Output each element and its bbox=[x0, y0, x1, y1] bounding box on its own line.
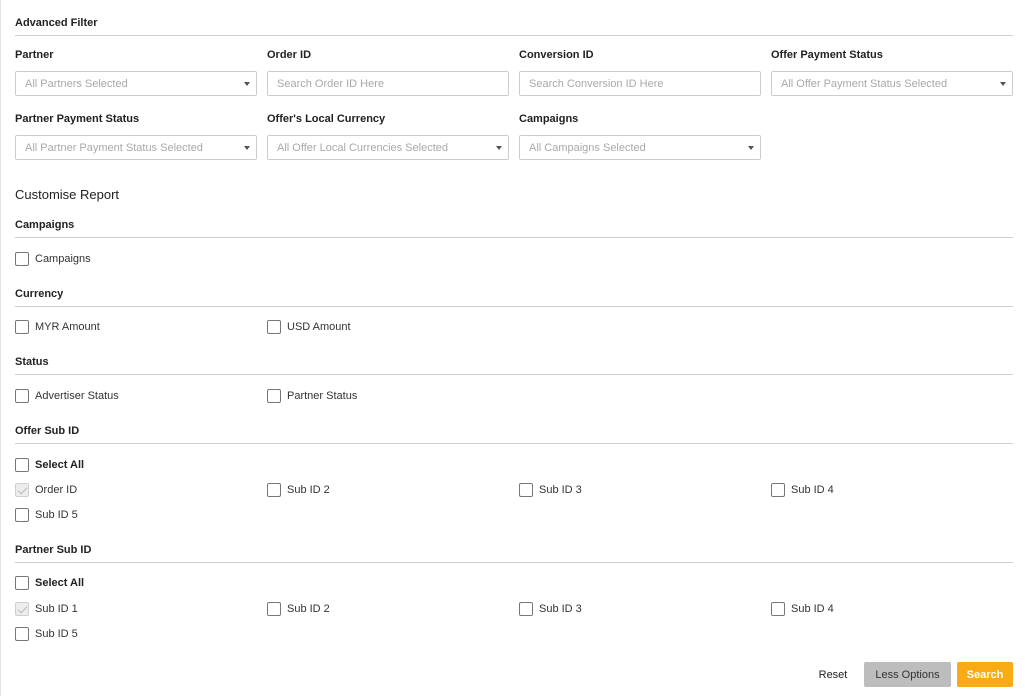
checkbox-label: Campaigns bbox=[35, 252, 91, 265]
checkbox-offer-select-all[interactable]: Select All bbox=[15, 457, 84, 472]
checkbox-label: Advertiser Status bbox=[35, 389, 119, 402]
chevron-down-icon bbox=[244, 146, 250, 150]
checkbox-label: Partner Status bbox=[287, 389, 358, 402]
currency-group-title: Currency bbox=[15, 288, 64, 300]
divider bbox=[15, 443, 1013, 444]
checkbox-box[interactable] bbox=[771, 601, 785, 616]
chevron-down-icon bbox=[496, 146, 502, 150]
campaigns-group-title: Campaigns bbox=[15, 219, 75, 231]
order-id-label: Order ID bbox=[267, 49, 312, 61]
chevron-down-icon bbox=[1000, 82, 1006, 86]
local-currency-value: All Offer Local Currencies Selected bbox=[277, 142, 448, 154]
less-options-button[interactable]: Less Options bbox=[864, 662, 951, 687]
local-currency-select[interactable]: All Offer Local Currencies Selected bbox=[267, 135, 509, 160]
checkbox-box[interactable] bbox=[771, 482, 785, 497]
checkbox-offer-order-id: Order ID bbox=[15, 482, 77, 497]
status-group-title: Status bbox=[15, 356, 49, 368]
local-currency-label: Offer's Local Currency bbox=[267, 113, 386, 125]
partner-select-value: All Partners Selected bbox=[25, 78, 128, 90]
customise-report-title: Customise Report bbox=[15, 187, 120, 202]
checkbox-partner-sub-id-4[interactable]: Sub ID 4 bbox=[771, 601, 834, 616]
checkbox-label: Sub ID 4 bbox=[791, 602, 834, 615]
checkbox-box[interactable] bbox=[15, 319, 29, 334]
checkbox-partner-select-all[interactable]: Select All bbox=[15, 575, 84, 590]
checkbox-label: USD Amount bbox=[287, 320, 351, 333]
partner-payment-status-label: Partner Payment Status bbox=[15, 113, 140, 125]
checkbox-label: Sub ID 3 bbox=[539, 483, 582, 496]
chevron-down-icon bbox=[748, 146, 754, 150]
partner-sub-id-group-title: Partner Sub ID bbox=[15, 544, 92, 556]
checkbox-offer-sub-id-2[interactable]: Sub ID 2 bbox=[267, 482, 330, 497]
checkbox-label: Sub ID 2 bbox=[287, 602, 330, 615]
order-id-placeholder: Search Order ID Here bbox=[277, 78, 384, 90]
advanced-filter-title: Advanced Filter bbox=[15, 17, 98, 29]
partner-label: Partner bbox=[15, 49, 54, 61]
checkbox-label: Sub ID 5 bbox=[35, 627, 78, 640]
checkbox-advertiser-status[interactable]: Advertiser Status bbox=[15, 388, 119, 403]
offer-payment-status-select[interactable]: All Offer Payment Status Selected bbox=[771, 71, 1013, 96]
checkbox-partner-sub-id-5[interactable]: Sub ID 5 bbox=[15, 626, 78, 641]
checkbox-box[interactable] bbox=[15, 388, 29, 403]
checkbox-partner-status[interactable]: Partner Status bbox=[267, 388, 357, 403]
checkbox-box[interactable] bbox=[15, 507, 29, 522]
checkbox-label: Sub ID 5 bbox=[35, 508, 78, 521]
checkbox-box[interactable] bbox=[15, 575, 29, 590]
campaigns-select-value: All Campaigns Selected bbox=[529, 142, 646, 154]
checkbox-partner-sub-id-2[interactable]: Sub ID 2 bbox=[267, 601, 330, 616]
reset-button[interactable]: Reset bbox=[813, 662, 853, 687]
checkbox-label: Select All bbox=[35, 576, 85, 589]
search-button[interactable]: Search bbox=[957, 662, 1013, 687]
checkbox-box[interactable] bbox=[267, 601, 281, 616]
conversion-id-placeholder: Search Conversion ID Here bbox=[529, 78, 664, 90]
offer-sub-id-group-title: Offer Sub ID bbox=[15, 425, 80, 437]
checkbox-box[interactable] bbox=[15, 626, 29, 641]
offer-payment-status-value: All Offer Payment Status Selected bbox=[781, 78, 948, 90]
checkbox-offer-sub-id-5[interactable]: Sub ID 5 bbox=[15, 507, 78, 522]
checkbox-offer-sub-id-4[interactable]: Sub ID 4 bbox=[771, 482, 834, 497]
conversion-id-input[interactable]: Search Conversion ID Here bbox=[519, 71, 761, 96]
divider bbox=[15, 562, 1013, 563]
conversion-id-label: Conversion ID bbox=[519, 49, 594, 61]
checkbox-box[interactable] bbox=[15, 457, 29, 472]
campaigns-select[interactable]: All Campaigns Selected bbox=[519, 135, 761, 160]
checkbox-label: Sub ID 2 bbox=[287, 483, 330, 496]
checkbox-campaigns[interactable]: Campaigns bbox=[15, 251, 91, 266]
checkbox-label: MYR Amount bbox=[35, 320, 100, 333]
checkbox-box[interactable] bbox=[15, 251, 29, 266]
divider bbox=[15, 374, 1013, 375]
chevron-down-icon bbox=[244, 82, 250, 86]
checkbox-label: Select All bbox=[35, 458, 85, 471]
checkbox-usd-amount[interactable]: USD Amount bbox=[267, 319, 351, 334]
checkbox-label: Sub ID 3 bbox=[539, 602, 582, 615]
checkbox-partner-sub-id-1: Sub ID 1 bbox=[15, 601, 78, 616]
checkbox-box[interactable] bbox=[267, 319, 281, 334]
checkbox-box[interactable] bbox=[267, 482, 281, 497]
checkbox-partner-sub-id-3[interactable]: Sub ID 3 bbox=[519, 601, 582, 616]
checkmark-icon bbox=[15, 482, 29, 497]
order-id-input[interactable]: Search Order ID Here bbox=[267, 71, 509, 96]
divider bbox=[15, 306, 1013, 307]
checkbox-label: Sub ID 1 bbox=[35, 602, 78, 615]
campaigns-filter-label: Campaigns bbox=[519, 113, 579, 125]
checkbox-label: Sub ID 4 bbox=[791, 483, 834, 496]
partner-payment-status-select[interactable]: All Partner Payment Status Selected bbox=[15, 135, 257, 160]
checkbox-offer-sub-id-3[interactable]: Sub ID 3 bbox=[519, 482, 582, 497]
checkbox-box[interactable] bbox=[267, 388, 281, 403]
divider bbox=[15, 35, 1013, 36]
checkbox-box[interactable] bbox=[519, 482, 533, 497]
checkmark-icon bbox=[15, 601, 29, 616]
divider bbox=[15, 237, 1013, 238]
advanced-filter-panel: Advanced Filter Partner All Partners Sel… bbox=[0, 0, 1025, 696]
partner-select[interactable]: All Partners Selected bbox=[15, 71, 257, 96]
offer-payment-status-label: Offer Payment Status bbox=[771, 49, 883, 61]
checkbox-box[interactable] bbox=[519, 601, 533, 616]
partner-payment-status-value: All Partner Payment Status Selected bbox=[25, 142, 203, 154]
checkbox-label: Order ID bbox=[35, 483, 78, 496]
checkbox-myr-amount[interactable]: MYR Amount bbox=[15, 319, 100, 334]
